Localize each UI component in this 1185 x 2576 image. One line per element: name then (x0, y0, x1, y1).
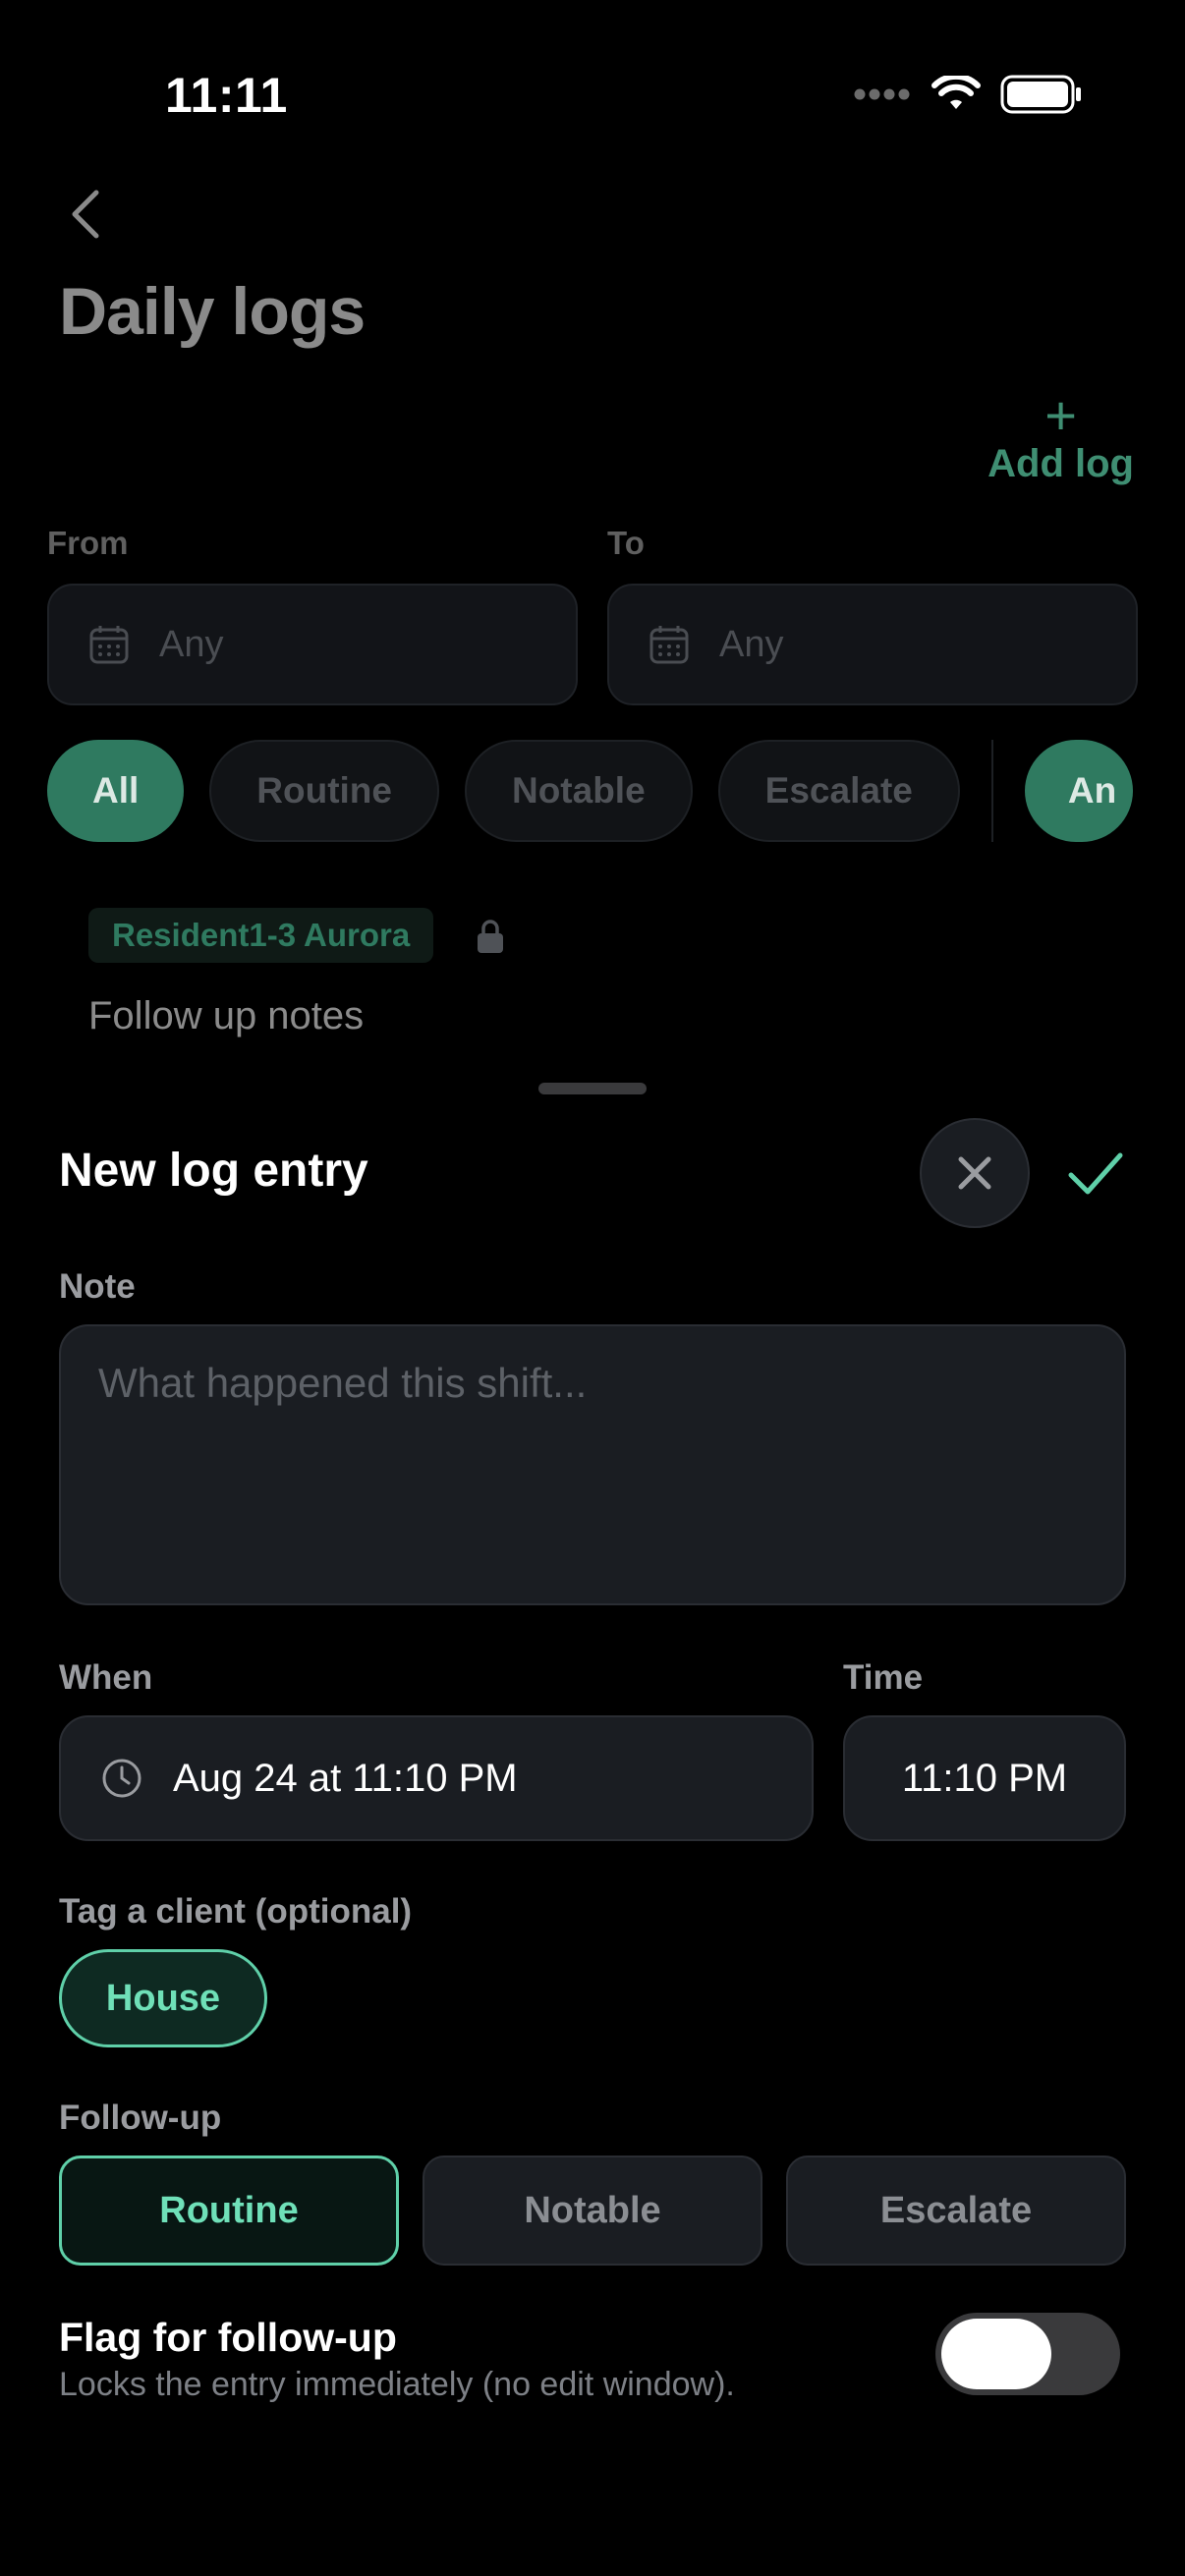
followup-option-escalate[interactable]: Escalate (786, 2156, 1126, 2266)
flag-toggle[interactable] (935, 2313, 1120, 2395)
save-check-icon[interactable] (1061, 1140, 1130, 1208)
to-date-placeholder: Any (719, 623, 784, 665)
when-field[interactable]: Aug 24 at 11:10 PM (59, 1715, 814, 1841)
plus-icon: + (1044, 384, 1077, 446)
followup-option-notable[interactable]: Notable (423, 2156, 762, 2266)
sheet-grabber[interactable] (538, 1083, 647, 1094)
cellular-dots-icon (854, 88, 910, 100)
to-label: To (607, 525, 645, 561)
toggle-knob (941, 2319, 1051, 2389)
close-button[interactable] (920, 1118, 1030, 1228)
back-chevron-icon[interactable] (65, 187, 108, 242)
from-date-field[interactable]: Any (47, 584, 578, 705)
note-label: Note (59, 1267, 136, 1306)
client-chip-house[interactable]: House (59, 1949, 267, 2047)
to-date-field[interactable]: Any (607, 584, 1138, 705)
time-field[interactable]: 11:10 PM (843, 1715, 1126, 1841)
filter-chips: All Routine Notable Escalate An (47, 739, 1138, 843)
sheet-title: New log entry (59, 1145, 368, 1197)
followup-label: Follow-up (59, 2099, 222, 2137)
filter-chip-escalate[interactable]: Escalate (717, 740, 960, 842)
calendar-icon (649, 626, 689, 664)
add-log-button[interactable]: + Add log (988, 384, 1134, 486)
add-log-label: Add log (988, 442, 1134, 485)
when-label: When (59, 1658, 153, 1697)
status-icons (853, 75, 1083, 114)
from-date-placeholder: Any (159, 623, 224, 665)
filter-chip-overflow[interactable]: An (1024, 740, 1133, 842)
tag-client-label: Tag a client (optional) (59, 1892, 413, 1931)
flag-subtitle: Locks the entry immediately (no edit win… (59, 2366, 735, 2403)
entry-client-tag: Resident1-3 Aurora (88, 908, 434, 963)
status-time: 11:11 (165, 68, 288, 123)
entry-text: Follow up notes (88, 994, 365, 1037)
clock-icon (102, 1759, 141, 1798)
wifi-icon (931, 76, 981, 109)
filter-chip-all[interactable]: All (47, 740, 185, 842)
from-label: From (47, 525, 129, 561)
flag-title: Flag for follow-up (59, 2315, 397, 2360)
when-value: Aug 24 at 11:10 PM (173, 1756, 518, 1800)
time-label: Time (843, 1658, 924, 1697)
filter-chip-routine[interactable]: Routine (209, 740, 439, 842)
lock-icon (478, 920, 503, 953)
battery-icon (1000, 75, 1081, 114)
note-placeholder: What happened this shift... (98, 1360, 588, 1406)
calendar-icon (89, 626, 129, 664)
filter-chip-notable[interactable]: Notable (464, 740, 693, 842)
page-title: Daily logs (59, 274, 366, 349)
close-icon (958, 1156, 991, 1190)
filter-divider (990, 740, 993, 842)
followup-option-routine[interactable]: Routine (59, 2156, 399, 2266)
note-input[interactable]: What happened this shift... (59, 1324, 1126, 1605)
